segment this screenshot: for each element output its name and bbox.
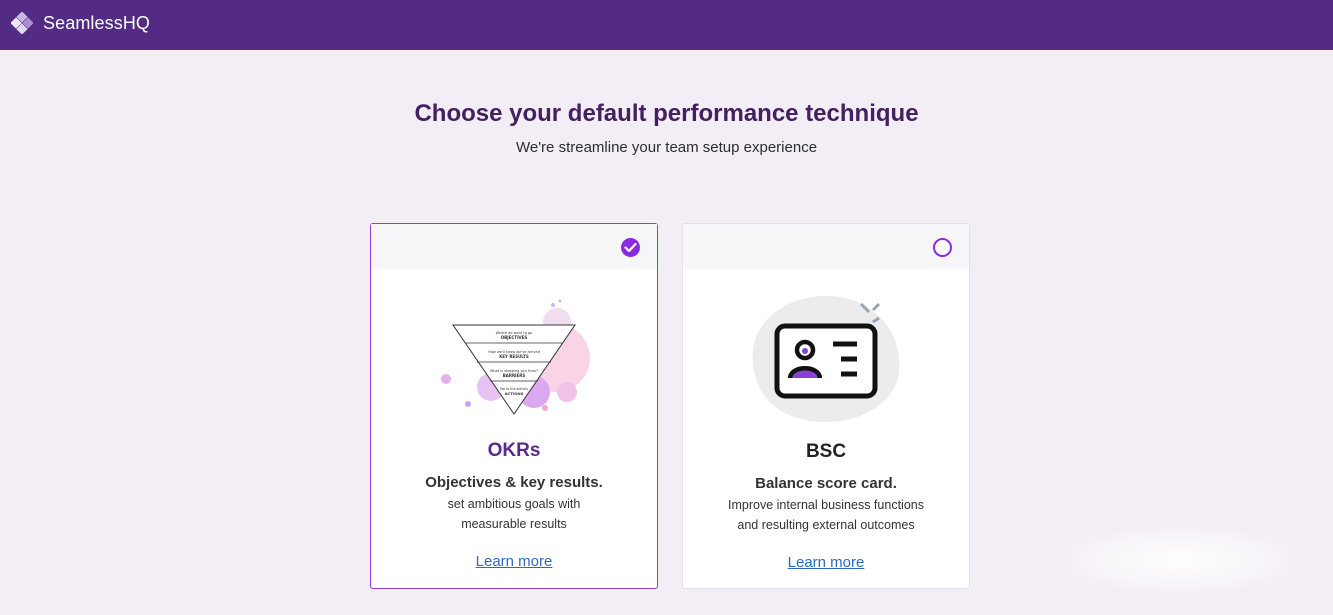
okr-level-2-label: KEY RESULTS <box>499 354 529 359</box>
bsc-description-line-2: and resulting external outcomes <box>737 518 915 532</box>
brand-name[interactable]: SeamlessHQ <box>43 13 150 34</box>
okrs-option-card[interactable]: Where do want to go OBJECTIVES How we'll… <box>370 223 658 589</box>
okrs-description: set ambitious goals with measurable resu… <box>401 494 627 534</box>
okr-level-1-label: OBJECTIVES <box>501 335 528 340</box>
bsc-description-line-1: Improve internal business functions <box>728 498 924 512</box>
card-header <box>683 224 969 269</box>
okrs-learn-more-link[interactable]: Learn more <box>371 553 657 570</box>
okrs-subtitle: Objectives & key results. <box>425 474 603 491</box>
okr-level-3-label: BARRIERS <box>503 373 526 378</box>
selected-radio-check-icon[interactable] <box>621 238 640 257</box>
bsc-description: Improve internal business functions and … <box>703 495 949 535</box>
okr-pyramid-illustration: Where do want to go OBJECTIVES How we'll… <box>441 299 590 415</box>
okr-level-4-label: ACTIONS <box>505 391 524 396</box>
seamless-logo-icon[interactable] <box>11 12 33 34</box>
page-title: Choose your default performance techniqu… <box>414 100 919 127</box>
bsc-title: BSC <box>805 441 847 462</box>
id-card-illustration <box>752 295 900 422</box>
okrs-description-line-2: measurable results <box>461 517 567 531</box>
bsc-learn-more-link[interactable]: Learn more <box>683 554 969 571</box>
bsc-subtitle: Balance score card. <box>755 475 897 492</box>
okrs-title: OKRs <box>487 440 541 461</box>
background-blur <box>1060 525 1300 595</box>
page-subtitle: We're streamline your team setup experie… <box>515 139 818 156</box>
checkmark-icon <box>624 242 637 253</box>
bsc-option-card[interactable]: BSC Balance score card. Improve internal… <box>682 223 970 589</box>
top-navigation-bar: SeamlessHQ <box>0 0 1333 50</box>
card-header <box>371 224 657 269</box>
unselected-radio-icon[interactable] <box>933 238 952 257</box>
okrs-description-line-1: set ambitious goals with <box>447 497 581 511</box>
